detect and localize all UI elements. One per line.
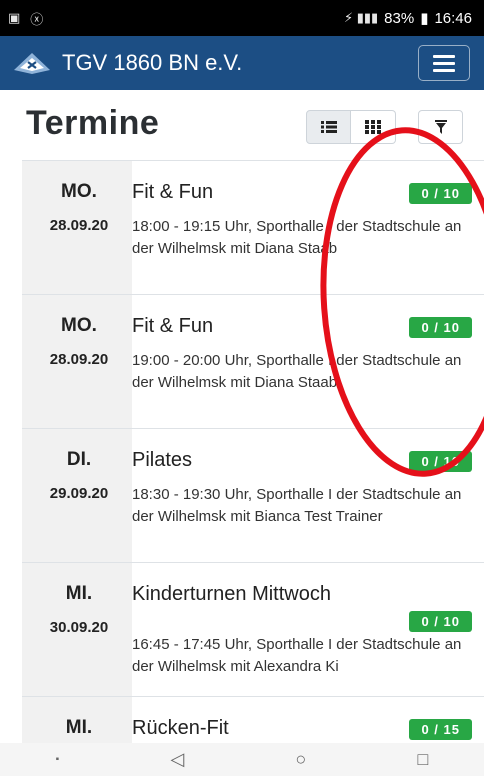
event-details: 18:30 - 19:30 Uhr, Sporthalle I der Stad…	[132, 486, 462, 525]
list-item[interactable]: DI. 29.09.20 Pilates 18:30 - 19:30 Uhr, …	[22, 428, 484, 562]
grid-view-button[interactable]	[351, 110, 396, 144]
back-icon[interactable]: ◁	[170, 749, 184, 770]
list-item[interactable]: MI. 30.09.20 Kinderturnen Mittwoch 16:45…	[22, 562, 484, 696]
event-content: Pilates 18:30 - 19:30 Uhr, Sporthalle I …	[132, 429, 484, 562]
menu-dot-icon[interactable]: ▪	[56, 754, 60, 765]
view-toggle-group	[306, 110, 463, 144]
event-content: Kinderturnen Mittwoch 16:45 - 17:45 Uhr,…	[132, 563, 484, 696]
event-content: Fit & Fun 18:00 - 19:15 Uhr, Sporthalle …	[132, 161, 484, 294]
menu-icon-bar	[433, 68, 455, 72]
weekday: MO.	[61, 181, 97, 202]
filter-icon	[434, 120, 447, 134]
list-item[interactable]: MO. 28.09.20 Fit & Fun 18:00 - 19:15 Uhr…	[22, 160, 484, 294]
date-column: MI. 30.09.20	[22, 563, 132, 696]
weekday: MI.	[65, 583, 93, 604]
brand-link[interactable]: TGV 1860 BN e.V.	[12, 50, 242, 76]
alert-icon: ⓧ	[30, 11, 44, 27]
recents-icon[interactable]: □	[417, 749, 428, 770]
menu-icon-bar	[433, 54, 455, 58]
club-logo-icon	[14, 53, 50, 74]
event-list: MO. 28.09.20 Fit & Fun 18:00 - 19:15 Uhr…	[22, 160, 484, 756]
status-bar: ▣ ⓧ ⚡ ▮▮▮ 83% ▮ 16:46	[0, 0, 484, 36]
list-view-button[interactable]	[306, 110, 351, 144]
grid-icon	[365, 120, 381, 134]
list-icon	[320, 121, 337, 133]
app-title: TGV 1860 BN e.V.	[62, 50, 243, 75]
weekday: MO.	[61, 315, 97, 336]
clock: 16:46	[434, 9, 472, 27]
capacity-badge: 0 / 15	[409, 719, 472, 740]
filter-button[interactable]	[418, 110, 463, 144]
battery-percent: 83%	[384, 9, 415, 27]
page-title: Termine	[26, 104, 160, 142]
event-date: 29.09.20	[49, 485, 109, 502]
event-date: 30.09.20	[49, 619, 109, 636]
event-date: 28.09.20	[49, 217, 109, 234]
weekday: DI.	[66, 449, 92, 470]
capacity-badge: 0 / 10	[409, 183, 472, 204]
system-nav-bar: ▪ ◁ ○ □	[0, 743, 484, 776]
list-item[interactable]: MO. 28.09.20 Fit & Fun 19:00 - 20:00 Uhr…	[22, 294, 484, 428]
screenshot-icon: ▣	[8, 10, 21, 25]
event-details: 16:45 - 17:45 Uhr, Sporthalle I der Stad…	[132, 636, 462, 675]
date-column: DI. 29.09.20	[22, 429, 132, 562]
home-icon[interactable]: ○	[295, 749, 306, 770]
event-date: 28.09.20	[49, 351, 109, 368]
event-details: 18:00 - 19:15 Uhr, Sporthalle I der Stad…	[132, 218, 462, 257]
hamburger-menu-button[interactable]	[418, 45, 470, 81]
capacity-badge: 0 / 10	[409, 317, 472, 338]
weekday: MI.	[65, 717, 93, 738]
event-title: Kinderturnen Mittwoch	[132, 583, 331, 605]
date-column: MO. 28.09.20	[22, 161, 132, 294]
date-column: MO. 28.09.20	[22, 295, 132, 428]
capacity-badge: 0 / 10	[409, 451, 472, 472]
app-bar: TGV 1860 BN e.V.	[0, 36, 484, 90]
signal-icon: ⚡ ▮▮▮	[343, 10, 379, 25]
battery-icon: ▮	[420, 10, 429, 27]
event-details: 19:00 - 20:00 Uhr, Sporthalle I der Stad…	[132, 352, 462, 391]
menu-icon-bar	[433, 61, 455, 65]
capacity-badge: 0 / 10	[409, 611, 472, 632]
event-content: Fit & Fun 19:00 - 20:00 Uhr, Sporthalle …	[132, 295, 484, 428]
